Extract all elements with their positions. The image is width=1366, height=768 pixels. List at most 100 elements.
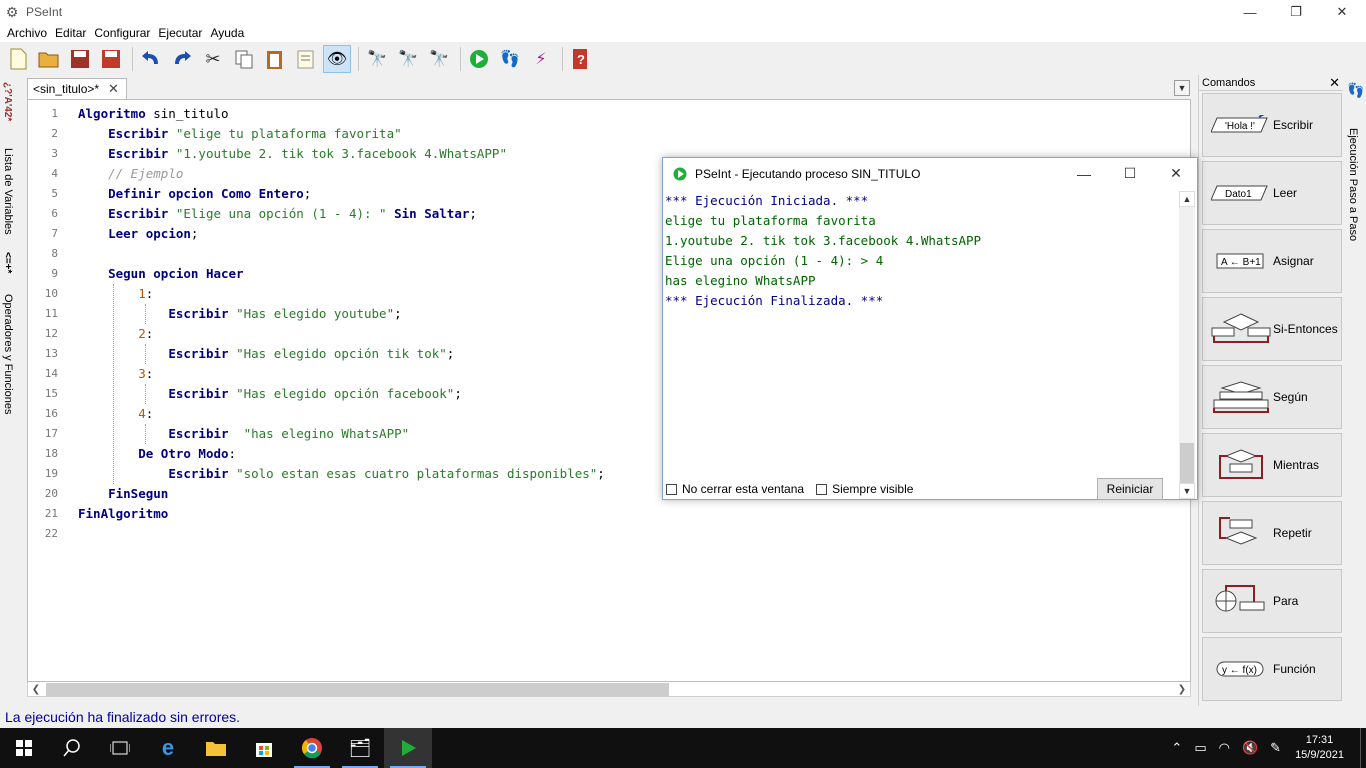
code-token: Escribir [168,466,229,481]
svg-text:'Hola !': 'Hola !' [1225,121,1255,132]
menu-configurar[interactable]: Configurar [90,26,154,40]
variables-tab[interactable]: Lista de Variables [2,148,14,235]
code-token: // Ejemplo [108,166,184,181]
find-prev-icon[interactable]: 🔭 [394,45,422,73]
scrollbar-thumb[interactable] [46,683,669,696]
popup-close-button[interactable]: ✕ [1153,158,1199,189]
paste-icon[interactable] [261,45,289,73]
menu-archivo[interactable]: Archivo [3,26,51,40]
new-file-icon[interactable] [4,45,32,73]
cmd-escribir[interactable]: 'Hola !' Escribir [1202,93,1342,157]
close-button[interactable]: ✕ [1319,0,1365,24]
cmd-asignar[interactable]: A ← B+1 Asignar [1202,229,1342,293]
cmd-repetir[interactable]: Repetir [1202,501,1342,565]
svg-text:?: ? [577,52,585,67]
code-token: ; [597,466,605,481]
file-explorer-icon[interactable] [192,728,240,768]
cmd-para[interactable]: Para [1202,569,1342,633]
cut-icon[interactable]: ✂ [199,45,227,73]
editor-tab[interactable]: <sin_titulo>* ✕ [27,78,127,99]
code-token: Escribir [168,346,229,361]
scroll-right-icon[interactable]: ❯ [1174,682,1190,697]
operators-tab[interactable]: Operadores y Funciones [2,294,14,414]
open-file-icon[interactable] [35,45,63,73]
scrollbar-thumb[interactable] [1180,443,1194,483]
show-desktop-button[interactable] [1360,728,1366,768]
pseint-editor-taskbar-icon[interactable]: 🗂 [336,728,384,768]
volume-icon[interactable]: 🔇 [1242,740,1258,756]
para-icon [1209,581,1273,621]
run-icon[interactable] [465,45,493,73]
close-tab-icon[interactable]: ✕ [108,81,119,97]
tab-list-dropdown[interactable]: ▼ [1174,80,1190,96]
line-number: 22 [44,527,58,540]
menu-ejecutar[interactable]: Ejecutar [154,26,206,40]
menu-ayuda[interactable]: Ayuda [206,26,248,40]
editor-horizontal-scrollbar[interactable]: ❮ ❯ [27,682,1191,697]
right-side-tabs: 👣 Ejecución Paso a Paso [1345,76,1365,706]
find-icon[interactable]: 🔭 [363,45,391,73]
edit-icon[interactable] [292,45,320,73]
popup-maximize-button[interactable]: ☐ [1107,158,1153,189]
help-icon[interactable]: ? [567,45,595,73]
always-visible-label: Siempre visible [832,482,914,496]
scroll-down-icon[interactable]: ▼ [1179,483,1195,499]
find-next-icon[interactable]: 🔭 [425,45,453,73]
chrome-icon[interactable] [288,728,336,768]
no-close-checkbox[interactable] [666,483,677,495]
title-bar: ⚙ PSeInt — ❐ ✕ [0,0,1366,24]
clock-date: 15/9/2021 [1295,749,1344,761]
cmd-segun[interactable]: Según [1202,365,1342,429]
restore-button[interactable]: ❐ [1273,0,1319,24]
scroll-left-icon[interactable]: ❮ [28,682,44,697]
undo-icon[interactable] [137,45,165,73]
cmd-si-entonces[interactable]: Si-Entonces [1202,297,1342,361]
step-icon[interactable]: 👣 [496,45,524,73]
store-icon[interactable] [240,728,288,768]
line-number: 5 [51,187,58,200]
search-icon[interactable] [48,728,96,768]
pseint-run-taskbar-icon[interactable] [384,728,432,768]
scroll-up-icon[interactable]: ▲ [1179,191,1195,207]
cmd-leer[interactable]: Dato1 Leer [1202,161,1342,225]
restart-button[interactable]: Reiniciar [1097,478,1163,500]
execution-console[interactable]: *** Ejecución Iniciada. *** elige tu plat… [665,191,1181,476]
step-by-step-tab[interactable]: Ejecución Paso a Paso [1347,128,1359,241]
code-token: : [228,446,237,461]
save-icon[interactable] [66,45,94,73]
clock-time: 17:31 [1305,734,1334,746]
edge-icon[interactable]: e [144,728,192,768]
copy-icon[interactable] [230,45,258,73]
battery-icon[interactable]: ▭ [1194,740,1206,756]
wifi-icon[interactable]: ◠ [1219,740,1230,756]
clock[interactable]: 17:31 15/9/2021 [1295,733,1344,763]
line-number: 8 [51,247,58,260]
console-vertical-scrollbar[interactable]: ▲ ▼ [1179,191,1195,499]
code-token: 2 [138,326,146,341]
code-token: FinSegun [108,486,169,501]
cmd-mientras[interactable]: Mientras [1202,433,1342,497]
popup-minimize-button[interactable]: — [1061,158,1107,189]
minimize-button[interactable]: — [1227,0,1273,24]
save-as-icon[interactable] [97,45,125,73]
close-commands-icon[interactable]: ✕ [1329,75,1340,91]
menu-editar[interactable]: Editar [51,26,90,40]
code-line: // Ejemplo [78,164,605,184]
show-hidden-icons-icon[interactable]: ⌃ [1171,740,1182,756]
task-view-icon[interactable] [96,728,144,768]
start-button[interactable] [0,728,48,768]
cmd-funcion[interactable]: y ← f(x) Función [1202,637,1342,701]
cmd-segun-label: Según [1273,390,1308,404]
redo-icon[interactable] [168,45,196,73]
pseint-run-icon [673,167,687,180]
language-icon[interactable]: ✎ [1270,740,1281,756]
debug-icon[interactable]: ⚡ [527,45,555,73]
indent-icon[interactable]: 👁 [323,45,351,73]
always-visible-checkbox[interactable] [816,483,828,495]
